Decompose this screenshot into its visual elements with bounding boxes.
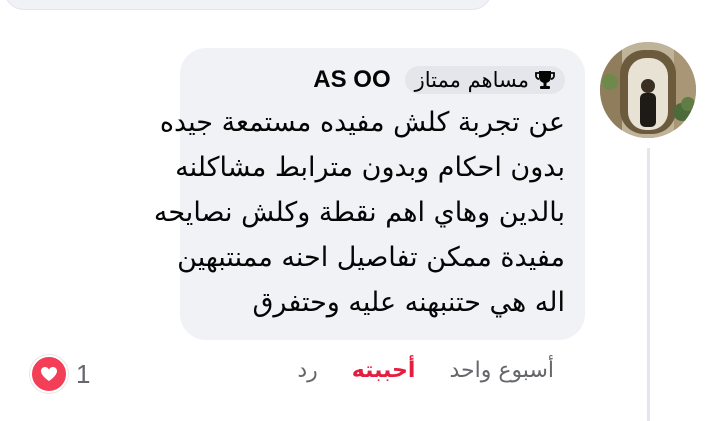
reply-button[interactable]: رد <box>297 358 317 383</box>
comment-line: اله هي حتنبهنه عليه وحتفرق <box>252 287 565 318</box>
comment-bubble: مساهم ممتاز AS OO عن تجربة كلش مفيده مست… <box>153 48 585 340</box>
heart-icon <box>30 355 68 393</box>
trophy-icon <box>535 71 555 89</box>
avatar[interactable] <box>600 42 696 138</box>
previous-comment-bubble <box>4 0 492 10</box>
reaction-summary[interactable]: 1 <box>30 355 90 393</box>
comment-header: مساهم ممتاز AS OO <box>185 66 565 94</box>
comment-line: مفيدة ممكن تفاصيل احنه ممنتبهين <box>177 242 565 273</box>
badge-label: مساهم ممتاز <box>414 68 529 92</box>
timestamp[interactable]: أسبوع واحد <box>449 358 554 383</box>
comment-line: بالدين وهاي اهم نقطة وكلش نصايحه <box>153 197 565 228</box>
reaction-count: 1 <box>76 358 91 389</box>
comment-text: عن تجربة كلش مفيده مستمعة جيده بدون احكا… <box>153 100 565 325</box>
avatar-photo <box>600 42 696 138</box>
like-button[interactable]: أحببته <box>352 358 416 383</box>
comment-line: بدون احكام وبدون مترابط مشاكلنه <box>175 152 565 183</box>
top-contributor-badge[interactable]: مساهم ممتاز <box>404 66 565 94</box>
comment-line: عن تجربة كلش مفيده مستمعة جيده <box>159 107 565 138</box>
comment-thread: مساهم ممتاز AS OO عن تجربة كلش مفيده مست… <box>0 0 720 421</box>
author-name[interactable]: AS OO <box>313 66 390 94</box>
thread-line <box>647 148 650 421</box>
comment-actions: أسبوع واحد أحببته رد <box>297 358 554 383</box>
